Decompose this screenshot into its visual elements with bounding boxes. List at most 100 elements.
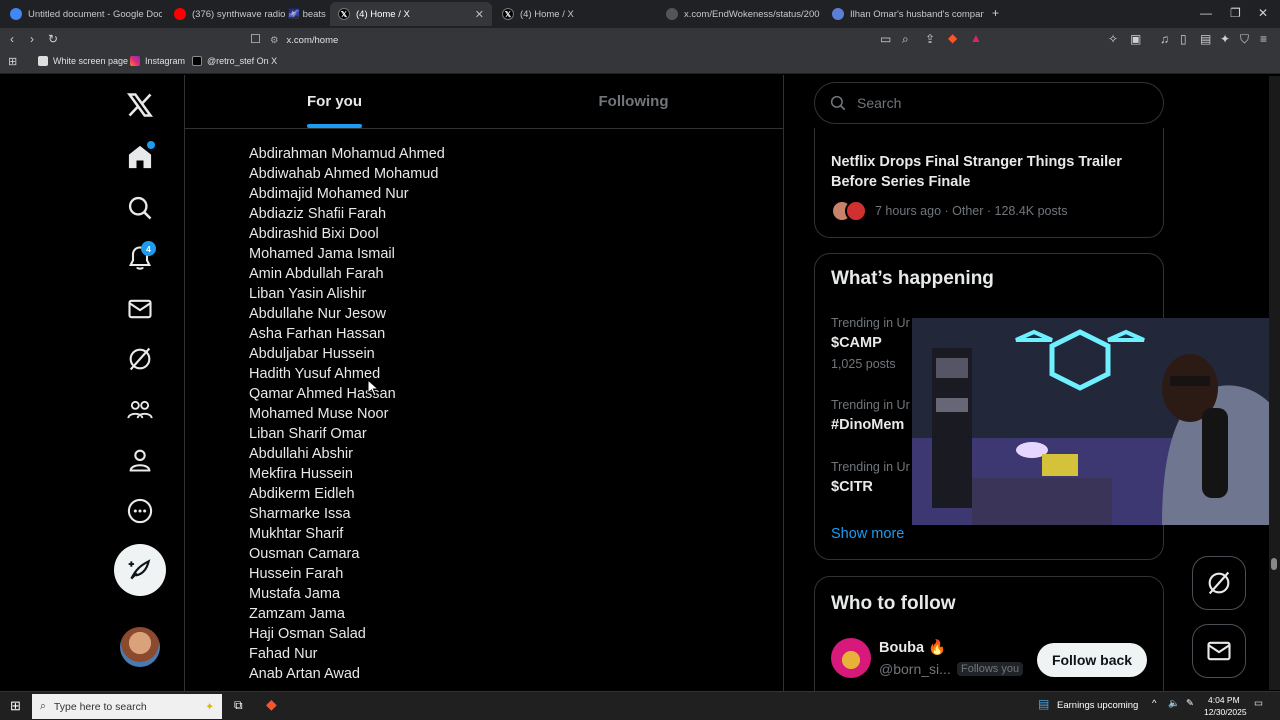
explore-search-icon[interactable] [120,188,160,228]
apps-grid-icon[interactable]: ⊞ [8,55,17,68]
bookmark-icon[interactable]: ☐ [250,32,261,46]
home-icon[interactable] [120,137,160,177]
address-bar[interactable]: ⚙ x.com/home [270,32,338,48]
bookmark-item[interactable]: @retro_stef On X [192,56,277,66]
messages-floating-button[interactable] [1192,624,1246,678]
back-icon[interactable]: ‹ [10,32,14,46]
link-icon [666,8,678,20]
minimize-icon[interactable]: — [1200,6,1212,20]
list-item: Mukhtar Sharif [249,526,344,542]
extensions-icon[interactable]: ✧ [1108,32,1118,46]
close-tab-icon[interactable]: ✕ [475,8,484,21]
x-logo-icon [192,56,202,66]
widget-icon[interactable]: ▤ [1038,697,1049,711]
restore-icon[interactable]: ❐ [1230,6,1241,20]
messages-mail-icon[interactable] [120,289,160,329]
share-icon[interactable]: ⇪ [925,32,935,46]
leo-icon[interactable]: ✦ [1220,32,1230,46]
scrollbar-thumb[interactable] [1271,558,1277,570]
widget-label[interactable]: Earnings upcoming [1057,700,1138,711]
list-item: Liban Yasin Alishir [249,286,367,302]
new-tab-icon[interactable]: + [992,6,999,20]
tab-label: Following [598,93,669,110]
clock-time[interactable]: 4:04 PM [1208,695,1240,705]
tab-label: For you [307,93,362,110]
browser-tab[interactable]: x.com/EndWokeness/status/200603 [658,2,820,26]
cast-icon[interactable]: ▭ [880,32,891,46]
menu-icon[interactable]: ≡ [1260,32,1267,46]
bookmark-item[interactable]: White screen page [38,56,128,66]
instagram-icon [130,56,140,66]
x-logo-icon[interactable] [120,85,160,125]
suggested-user-name[interactable]: Bouba 🔥 [879,639,946,656]
webcam-image [912,318,1280,525]
browser-tab[interactable]: Ilhan Omar's husband's companies s [824,2,984,26]
trend-item[interactable]: Trending in Ur $CITR [831,460,910,495]
clock-date[interactable]: 12/30/2025 [1204,707,1247,717]
pen-icon[interactable]: ✎ [1186,698,1194,709]
follow-back-button[interactable]: Follow back [1037,643,1147,677]
profile-icon[interactable] [120,440,160,480]
list-item: Abdiaziz Shafii Farah [249,206,387,222]
communities-icon[interactable] [120,390,160,430]
youtube-icon [174,8,186,20]
notification-center-icon[interactable]: ▭ [1254,698,1263,709]
tray-chevron-icon[interactable]: ^ [1152,698,1156,709]
browser-tab-active[interactable]: 𝕏 (4) Home / X ✕ [330,2,492,26]
news-card[interactable]: Netflix Drops Final Stranger Things Trai… [814,128,1164,238]
bookmark-label: @retro_stef On X [207,56,278,66]
close-window-icon[interactable]: ✕ [1258,6,1268,20]
forward-icon[interactable]: › [30,32,34,46]
grok-icon[interactable] [120,339,160,379]
list-item: Mohamed Jama Ismail [249,246,395,262]
browser-tab[interactable]: 𝕏 (4) Home / X [494,2,654,26]
search-placeholder: Search [857,95,902,111]
more-options-icon[interactable] [120,491,160,531]
list-item: Ousman Camara [249,546,360,562]
list-item: Qamar Ahmed Hassan [249,386,396,402]
list-item: Mekfira Hussein [249,466,353,482]
tab-label: x.com/EndWokeness/status/200603 [684,8,820,20]
search-icon [830,95,846,111]
sidebar-icon[interactable]: ▯ [1180,32,1187,46]
bookmarks-bar: ⊞ White screen page Instagram @retro_ste… [0,52,1280,74]
search-input[interactable]: Search [814,82,1164,124]
wallet-icon[interactable]: ▤ [1200,32,1211,46]
who-to-follow-card: Who to follow Bouba 🔥 @born_si... Follow… [814,576,1164,691]
account-avatar[interactable] [120,627,160,667]
task-view-icon[interactable]: ⧉ [234,698,243,713]
page-scrollbar[interactable] [1269,76,1280,690]
brave-taskbar-icon[interactable]: ◆ [266,696,277,713]
browser-tab[interactable]: Untitled document - Google Docs [2,2,162,26]
screenshot-icon[interactable]: ▣ [1130,32,1141,46]
notifications-bell-icon[interactable]: 4 [120,238,160,278]
list-item: Abdikerm Eidleh [249,486,355,502]
trend-context: Trending in Ur [831,398,910,412]
bookmark-item[interactable]: Instagram [130,56,185,66]
volume-icon[interactable]: 🔈 [1168,698,1180,709]
home-new-dot [147,141,155,149]
list-item: Mustafa Jama [249,586,341,602]
music-icon[interactable]: ♫ [1160,32,1169,46]
compose-post-button[interactable] [114,544,166,596]
reload-icon[interactable]: ↻ [48,32,58,46]
list-item: Mohamed Muse Noor [249,406,389,422]
taskbar-search[interactable]: ⌕ Type here to search ✦ [32,694,222,719]
windows-start-icon[interactable]: ⊞ [10,698,21,714]
grok-floating-button[interactable] [1192,556,1246,610]
brave-shield-icon[interactable]: ◆ [948,31,957,45]
suggested-user-avatar[interactable] [831,638,871,678]
list-item: Fahad Nur [249,646,318,662]
browser-tab[interactable]: (376) synthwave radio 🌌 beats t [166,2,326,26]
list-item: Hussein Farah [249,566,344,582]
trend-item[interactable]: Trending in Ur #DinoMem [831,398,910,433]
show-more-link[interactable]: Show more [831,526,904,542]
zoom-icon[interactable]: ⌕ [902,32,909,47]
tab-following[interactable]: Following [484,75,783,128]
bookmark-label: Instagram [145,56,186,66]
tab-label: (4) Home / X [520,8,574,20]
tab-for-you[interactable]: For you [185,75,484,128]
trend-item[interactable]: Trending in Ur $CAMP 1,025 posts [831,316,910,371]
vpn-icon[interactable]: ⛉ [1240,32,1249,47]
brave-rewards-icon[interactable]: ▲ [970,31,982,45]
